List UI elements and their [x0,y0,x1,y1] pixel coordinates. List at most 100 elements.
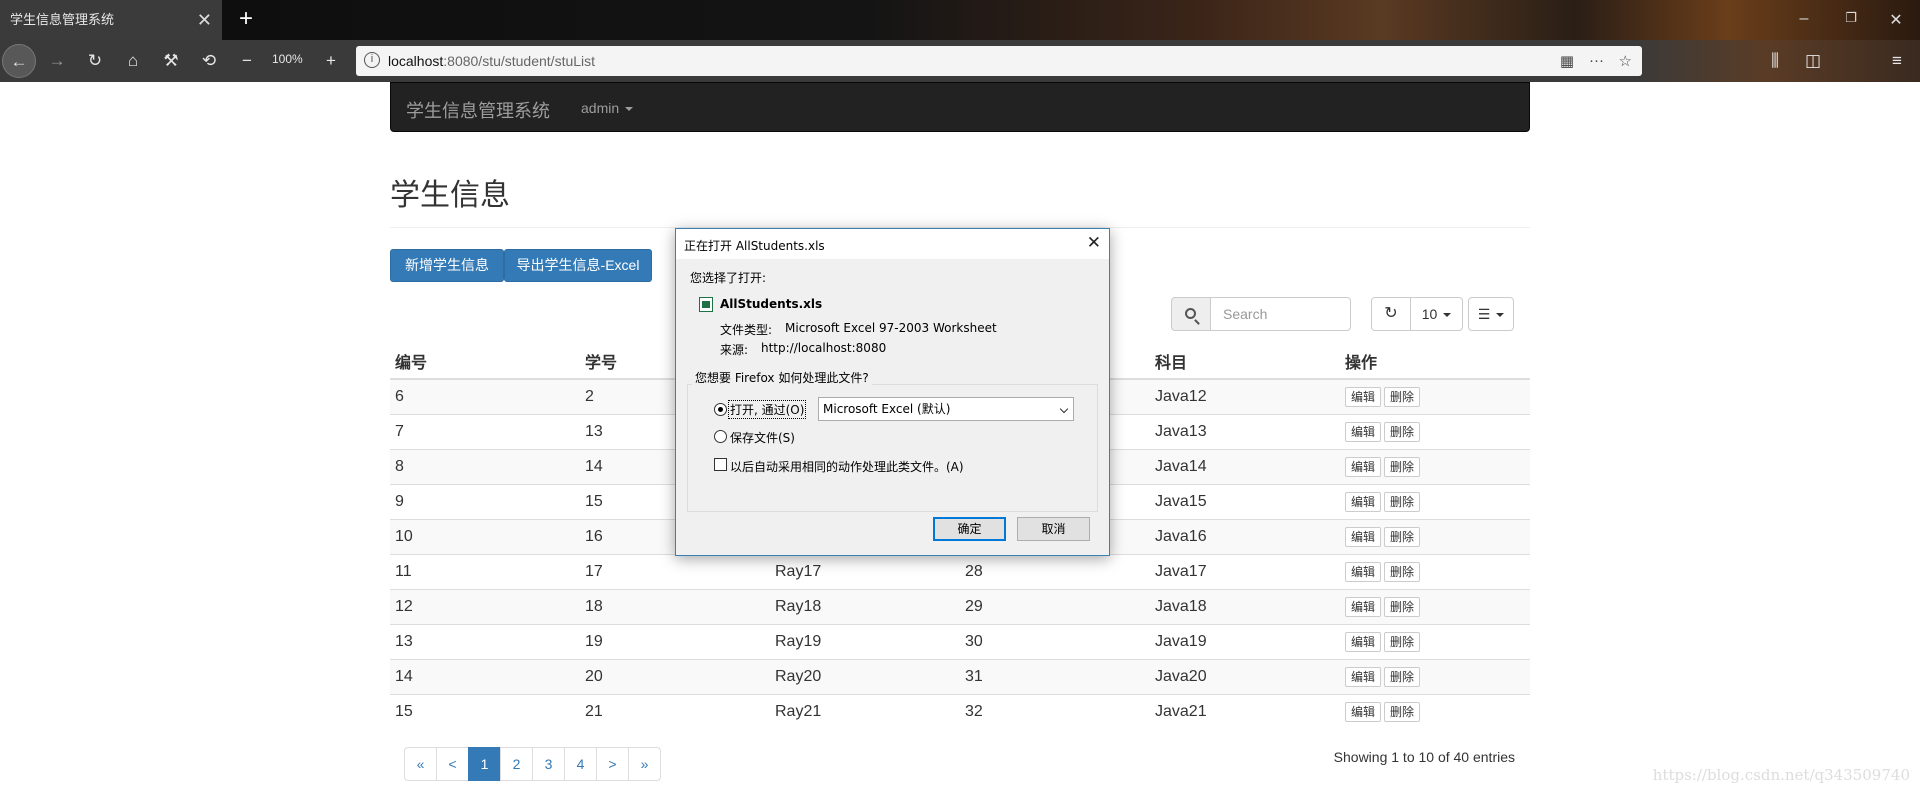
export-excel-button[interactable]: 导出学生信息-Excel [504,249,652,282]
table-cell: 20 [580,658,770,694]
browser-toolbar: ← → ↻ ⌂ ⚒ ⟲ − 100% + i localhost:8080/st… [0,40,1920,82]
column-header: 操作 [1340,343,1530,380]
minimize-window-button[interactable]: – [1784,10,1824,28]
table-row: 12 18 Ray18 29 Java18 编辑 删除 [390,588,1530,624]
wrench-icon[interactable]: ⚒ [154,44,188,78]
table-cell: 17 [580,553,770,589]
table-row: 13 19 Ray19 30 Java19 编辑 删除 [390,623,1530,659]
table-cell: 32 [960,693,1150,729]
delete-button[interactable]: 删除 [1384,456,1421,477]
app-navbar: 学生信息管理系统 admin [390,82,1530,132]
save-file-label[interactable]: 保存文件(S) [730,429,795,446]
delete-button[interactable]: 删除 [1384,386,1421,407]
browser-tab[interactable]: 学生信息管理系统 ✕ [0,0,222,40]
library-icon[interactable]: ⫼ [1758,44,1792,78]
site-info-icon[interactable]: i [364,52,380,68]
edit-button[interactable]: 编辑 [1345,666,1382,687]
page-1-button[interactable]: 1 [468,747,501,781]
table-cell: 9 [390,483,580,519]
edit-button[interactable]: 编辑 [1345,596,1382,617]
zoom-out-icon[interactable]: − [230,44,264,78]
first-page-button[interactable]: « [404,747,437,781]
edit-button[interactable]: 编辑 [1345,491,1382,512]
ok-button[interactable]: 确定 [933,517,1006,541]
brand[interactable]: 学生信息管理系统 [406,97,550,123]
edit-button[interactable]: 编辑 [1345,701,1382,722]
delete-button[interactable]: 删除 [1384,526,1421,547]
delete-button[interactable]: 删除 [1384,631,1421,652]
page-2-button[interactable]: 2 [500,747,533,781]
url-text: localhost:8080/stu/student/stuList [388,53,596,69]
delete-button[interactable]: 删除 [1384,561,1421,582]
table-cell: 10 [390,518,580,554]
page-size-select[interactable]: 10 [1410,297,1463,331]
tab-title: 学生信息管理系统 [10,12,115,27]
save-file-radio[interactable] [714,430,727,443]
row-actions: 编辑 删除 [1340,658,1530,694]
search-group: Search [1171,297,1351,331]
caret-down-icon [1443,313,1452,318]
open-with-label[interactable]: 打开, 通过(O) [728,400,807,419]
cancel-button[interactable]: 取消 [1017,517,1090,541]
source-label: 来源: [720,343,749,357]
new-tab-button[interactable]: + [232,6,260,34]
edit-button[interactable]: 编辑 [1345,631,1382,652]
address-bar[interactable]: i localhost:8080/stu/student/stuList ▦ ·… [356,46,1642,76]
edit-button[interactable]: 编辑 [1345,386,1382,407]
edit-button[interactable]: 编辑 [1345,456,1382,477]
next-page-button[interactable]: > [596,747,629,781]
column-header[interactable]: 编号 [390,343,580,380]
table-cell: Java14 [1150,448,1340,484]
menu-icon[interactable]: ≡ [1880,44,1914,78]
row-actions: 编辑 删除 [1340,588,1530,624]
column-header[interactable]: 科目 [1150,343,1340,380]
page-4-button[interactable]: 4 [564,747,597,781]
open-with-radio[interactable] [714,403,727,416]
dialog-intro: 您选择了打开: [690,271,767,285]
edit-button[interactable]: 编辑 [1345,561,1382,582]
edit-button[interactable]: 编辑 [1345,526,1382,547]
file-type-value: Microsoft Excel 97-2003 Worksheet [785,321,997,335]
history-icon[interactable]: ⟲ [192,44,226,78]
search-input[interactable]: Search [1210,297,1351,331]
close-icon[interactable]: ✕ [1087,233,1101,253]
last-page-button[interactable]: » [628,747,661,781]
forward-arrow-icon[interactable]: → [40,44,74,78]
qr-code-icon[interactable]: ▦ [1560,52,1574,70]
table-cell: 15 [390,693,580,729]
table-cell: 12 [390,588,580,624]
edit-button[interactable]: 编辑 [1345,421,1382,442]
refresh-icon[interactable]: ↻ [1371,297,1411,331]
bookmark-star-icon[interactable]: ☆ [1619,52,1632,70]
zoom-in-icon[interactable]: + [314,44,348,78]
entries-summary: Showing 1 to 10 of 40 entries [1333,749,1515,765]
application-select[interactable]: Microsoft Excel (默认) [818,397,1074,421]
table-cell: Java15 [1150,483,1340,519]
delete-button[interactable]: 删除 [1384,596,1421,617]
back-arrow-icon[interactable]: ← [2,44,36,78]
reload-icon[interactable]: ↻ [78,44,112,78]
delete-button[interactable]: 删除 [1384,491,1421,512]
delete-button[interactable]: 删除 [1384,701,1421,722]
dialog-titlebar: 正在打开 AllStudents.xls ✕ [676,229,1109,259]
row-actions: 编辑 删除 [1340,413,1530,449]
close-window-button[interactable]: ✕ [1876,10,1916,30]
auto-handle-label[interactable]: 以后自动采用相同的动作处理此类文件。(A) [730,458,964,475]
sidebar-icon[interactable]: ◫ [1796,44,1830,78]
home-icon[interactable]: ⌂ [116,44,150,78]
columns-toggle-icon[interactable]: ☰ [1468,297,1514,331]
delete-button[interactable]: 删除 [1384,421,1421,442]
add-student-button[interactable]: 新增学生信息 [390,249,504,282]
zoom-level[interactable]: 100% [272,52,303,66]
delete-button[interactable]: 删除 [1384,666,1421,687]
restore-window-button[interactable]: ❐ [1831,10,1871,26]
prev-page-button[interactable]: < [436,747,469,781]
auto-handle-checkbox[interactable] [714,458,727,471]
excel-file-icon [699,297,713,312]
table-cell: Java19 [1150,623,1340,659]
user-menu[interactable]: admin [581,100,634,116]
table-cell: Ray19 [770,623,960,659]
page-actions-icon[interactable]: ··· [1589,52,1604,69]
page-3-button[interactable]: 3 [532,747,565,781]
tab-close-icon[interactable]: ✕ [197,0,212,40]
